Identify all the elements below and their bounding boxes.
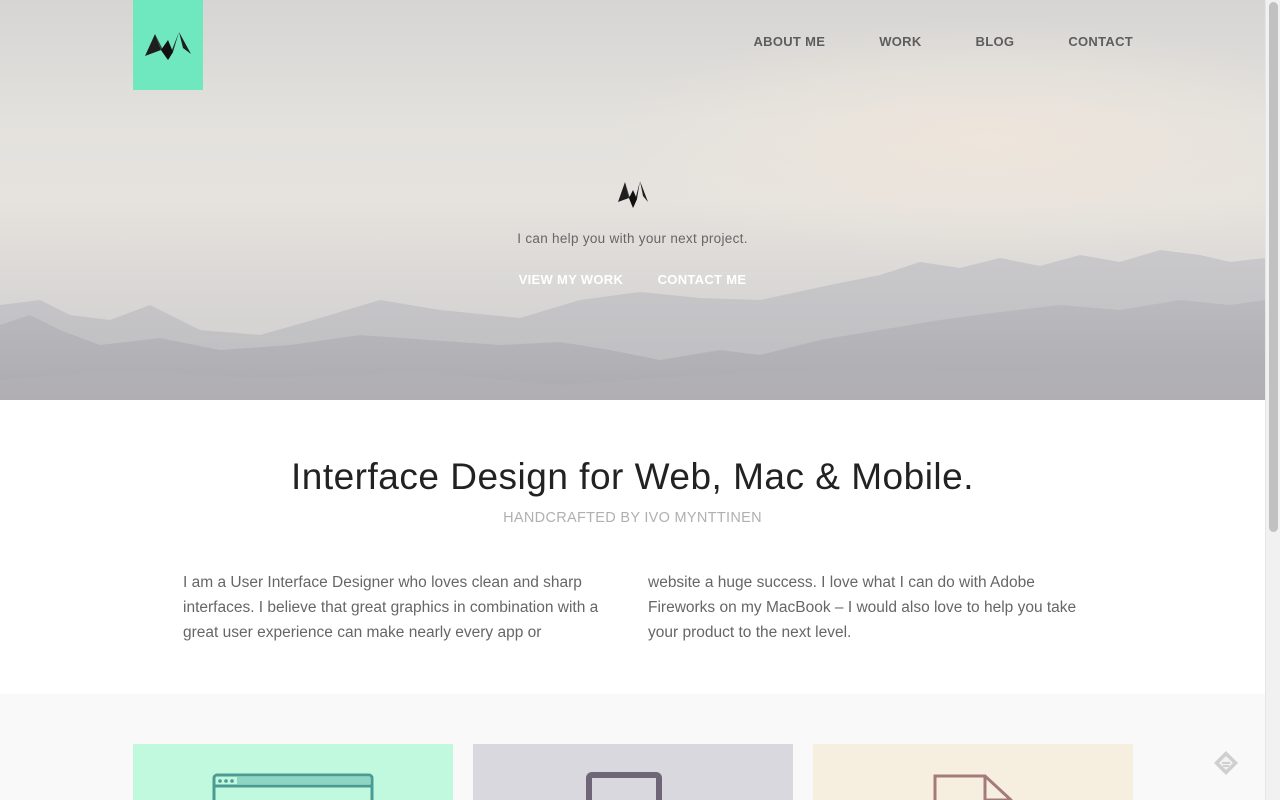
intro-paragraph-right: website a huge success. I love what I ca… — [648, 574, 1077, 641]
view-my-work-button[interactable]: VIEW MY WORK — [519, 272, 623, 287]
contact-me-button[interactable]: CONTACT ME — [658, 272, 747, 287]
main-nav: ABOUT ME WORK BLOG CONTACT — [699, 34, 1133, 50]
monogram-m-icon — [618, 181, 648, 208]
hero-tagline: I can help you with your next project. — [517, 231, 748, 246]
hero-section: ABOUT ME WORK BLOG CONTACT I can help yo… — [0, 0, 1265, 400]
monogram-m-icon — [145, 32, 191, 60]
document-icon — [933, 774, 1013, 800]
service-card-web[interactable] — [133, 744, 453, 800]
page-scrollbar[interactable] — [1265, 0, 1280, 800]
site-logo[interactable] — [133, 0, 203, 90]
nav-work[interactable]: WORK — [879, 34, 921, 50]
tablet-device-icon — [586, 772, 662, 800]
nav-contact[interactable]: CONTACT — [1068, 34, 1133, 50]
service-card-mobile[interactable] — [813, 744, 1133, 800]
nav-about-me[interactable]: ABOUT ME — [753, 34, 825, 50]
browser-window-icon — [212, 773, 374, 800]
page-title: Interface Design for Web, Mac & Mobile. — [290, 456, 975, 497]
page: ABOUT ME WORK BLOG CONTACT I can help yo… — [0, 0, 1265, 800]
page-subtitle: HANDCRAFTED BY IVO MYNTTINEN — [503, 510, 762, 526]
scrollbar-thumb[interactable] — [1269, 2, 1278, 532]
nav-blog[interactable]: BLOG — [976, 34, 1015, 50]
intro-paragraph-left: I am a User Interface Designer who loves… — [183, 574, 599, 641]
services-section — [0, 694, 1265, 800]
service-card-mac[interactable] — [473, 744, 793, 800]
intro-section: Interface Design for Web, Mac & Mobile. … — [0, 400, 1265, 694]
hero-cta-group: VIEW MY WORK CONTACT ME — [0, 271, 1265, 289]
feedly-icon[interactable] — [1212, 749, 1240, 777]
